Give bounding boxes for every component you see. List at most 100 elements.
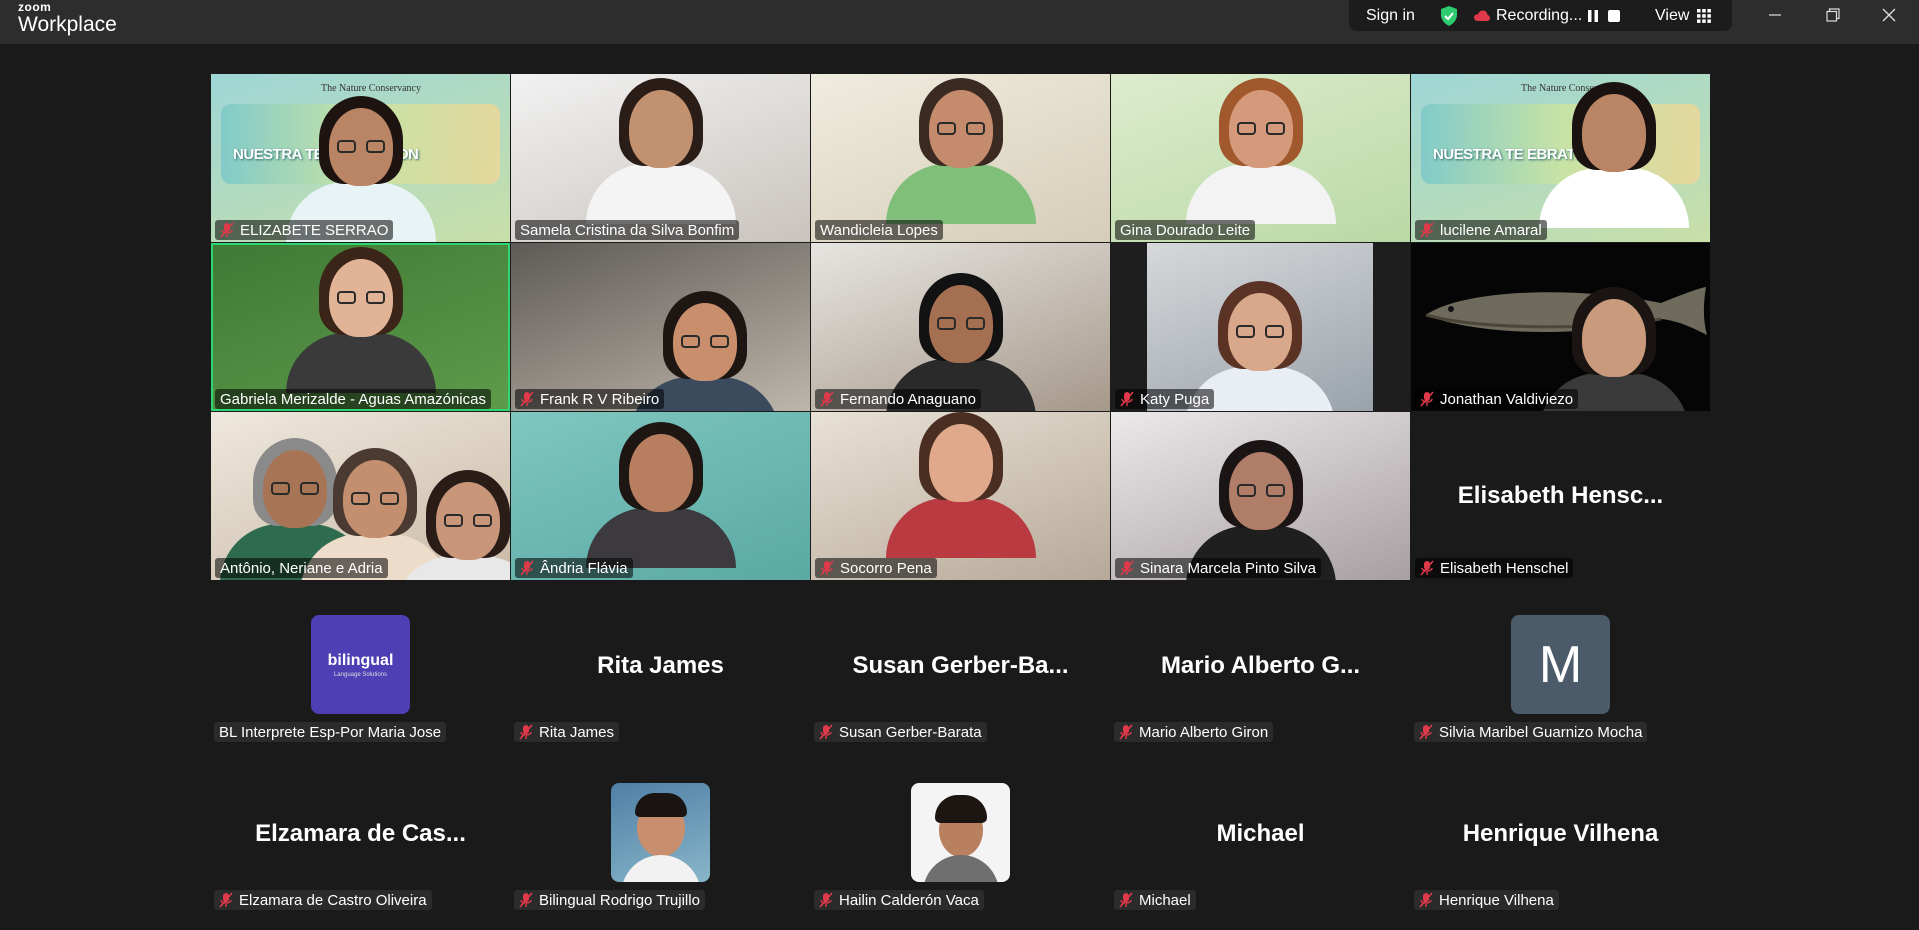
participant-name: Samela Cristina da Silva Bonfim (520, 221, 735, 239)
participant-video (393, 470, 510, 580)
participant-name-tag: Elisabeth Henschel (1415, 558, 1574, 578)
participant-video (285, 247, 436, 393)
participant-tile[interactable]: Socorro Pena (811, 412, 1110, 580)
participant-tile[interactable]: Katy Puga (1111, 243, 1410, 411)
minimize-button[interactable] (1755, 0, 1795, 30)
participant-tile[interactable]: Hailin Calderón Vaca (811, 768, 1110, 918)
participant-name-tag: Michael (1114, 890, 1196, 910)
participant-name-tag: Samela Cristina da Silva Bonfim (515, 220, 740, 240)
participant-name: Katy Puga (1140, 390, 1210, 408)
sign-in-label: Sign in (1366, 6, 1415, 24)
close-icon (1882, 8, 1896, 22)
participant-display-name: Michael (1216, 820, 1305, 847)
participant-name: Fernando Anaguano (840, 390, 976, 408)
muted-mic-icon (219, 892, 233, 908)
muted-mic-icon (819, 892, 833, 908)
participant-name: Elzamara de Castro Oliveira (239, 891, 427, 909)
restore-icon (1826, 8, 1840, 22)
muted-mic-icon (519, 892, 533, 908)
participant-name: Socorro Pena (840, 559, 932, 577)
participant-name: Gabriela Merizalde - Aguas Amazónicas (220, 390, 486, 408)
participant-name-tag: Susan Gerber-Barata (814, 722, 987, 742)
muted-mic-icon (819, 724, 833, 740)
muted-mic-icon (1119, 724, 1133, 740)
participant-tile[interactable]: Samela Cristina da Silva Bonfim (511, 74, 810, 242)
participant-name-tag: ELIZABETE SERRAO (215, 220, 394, 240)
participant-tile[interactable]: Ândria Flávia (511, 412, 810, 580)
participant-tile[interactable]: M Silvia Maribel Guarnizo Mocha (1411, 600, 1710, 750)
participant-tile[interactable]: Wandicleia Lopes (811, 74, 1110, 242)
participant-display-name: Elzamara de Cas... (255, 820, 466, 847)
stop-recording-button[interactable] (1607, 0, 1621, 31)
participant-name-tag: Gabriela Merizalde - Aguas Amazónicas (215, 389, 491, 409)
participant-tile[interactable]: The Nature Conservancy NUESTRA TE ELEBRA… (211, 74, 510, 242)
participant-video (1539, 82, 1690, 228)
participant-name: Michael (1139, 891, 1191, 909)
sign-in-button[interactable]: Sign in (1366, 0, 1415, 31)
nature-conservancy-logo: The Nature Conservancy (321, 83, 421, 94)
participant-display-name: Rita James (597, 652, 724, 679)
participant-name-tag: Socorro Pena (815, 558, 937, 578)
participant-video (585, 78, 736, 224)
participant-tile[interactable]: Elisabeth Hensc... Elisabeth Henschel (1411, 412, 1710, 580)
participant-name-tag: Bilingual Rodrigo Trujillo (514, 890, 705, 910)
profile-photo-avatar (611, 783, 710, 882)
participant-display-name: Susan Gerber-Ba... (852, 652, 1069, 679)
participant-name-tag: Antônio, Neriane e Adria (215, 558, 388, 578)
participant-tile[interactable]: Fernando Anaguano (811, 243, 1110, 411)
bilingual-avatar: bilingual Language Solutions (311, 615, 410, 714)
participant-tile[interactable]: Mario Alberto G... Mario Alberto Giron (1111, 600, 1410, 750)
grid-view-icon (1697, 8, 1712, 23)
participant-name-tag: Ândria Flávia (515, 558, 633, 578)
participant-tile[interactable]: Frank R V Ribeiro (511, 243, 810, 411)
muted-mic-icon (520, 391, 534, 407)
restore-button[interactable] (1813, 0, 1853, 30)
participant-name: Henrique Vilhena (1439, 891, 1554, 909)
participant-tile[interactable]: Gina Dourado Leite (1111, 74, 1410, 242)
participant-name: Elisabeth Henschel (1440, 559, 1569, 577)
participant-name-tag: Fernando Anaguano (815, 389, 981, 409)
pause-recording-button[interactable] (1586, 0, 1600, 31)
muted-mic-icon (519, 724, 533, 740)
close-button[interactable] (1869, 0, 1909, 30)
participant-name: Ândria Flávia (540, 559, 628, 577)
participant-tile[interactable]: Henrique Vilhena Henrique Vilhena (1411, 768, 1710, 918)
participant-video (1185, 78, 1336, 224)
participant-tile[interactable]: The Nature Conservancy NUESTRA TE EBRATI… (1411, 74, 1710, 242)
participant-name-tag: Mario Alberto Giron (1114, 722, 1274, 742)
participant-name-tag: Silvia Maribel Guarnizo Mocha (1414, 722, 1648, 742)
participant-tile[interactable]: Jonathan Valdiviezo (1411, 243, 1710, 411)
participant-name: Sinara Marcela Pinto Silva (1140, 559, 1316, 577)
participant-tile[interactable]: Susan Gerber-Ba... Susan Gerber-Barata (811, 600, 1110, 750)
participant-display-name: Henrique Vilhena (1462, 820, 1659, 847)
profile-photo-avatar (911, 783, 1010, 882)
view-button[interactable]: View (1655, 0, 1712, 31)
minimize-icon (1769, 14, 1781, 16)
participant-tile[interactable]: Antônio, Neriane e Adria (211, 412, 510, 580)
stop-icon (1608, 9, 1620, 22)
participant-tile[interactable]: Bilingual Rodrigo Trujillo (511, 768, 810, 918)
muted-mic-icon (820, 560, 834, 576)
recording-indicator[interactable]: Recording... (1474, 0, 1582, 31)
security-shield-icon[interactable] (1439, 0, 1459, 31)
participant-name: Jonathan Valdiviezo (1440, 390, 1574, 408)
muted-mic-icon (220, 222, 234, 238)
participant-tile[interactable]: Michael Michael (1111, 768, 1410, 918)
participant-tile[interactable]: Sinara Marcela Pinto Silva (1111, 412, 1410, 580)
participant-tile[interactable]: Elzamara de Cas... Elzamara de Castro Ol… (211, 768, 510, 918)
participant-name: Susan Gerber-Barata (839, 723, 982, 741)
title-bar: zoom Workplace Sign in Recording... View (0, 0, 1919, 44)
participant-tile[interactable]: bilingual Language Solutions BL Interpre… (211, 600, 510, 750)
participant-name: Gina Dourado Leite (1120, 221, 1251, 239)
participant-tile[interactable]: Rita James Rita James (511, 600, 810, 750)
participant-name: Wandicleia Lopes (820, 221, 938, 239)
participant-video (885, 412, 1036, 558)
participant-tile-active-speaker[interactable]: Gabriela Merizalde - Aguas Amazónicas (211, 243, 510, 411)
participant-name: Antônio, Neriane e Adria (220, 559, 383, 577)
participant-name-tag: Wandicleia Lopes (815, 220, 943, 240)
participant-name-tag: BL Interprete Esp-Por Maria Jose (214, 722, 447, 742)
muted-mic-icon (1420, 222, 1434, 238)
participant-name-tag: Jonathan Valdiviezo (1415, 389, 1579, 409)
muted-mic-icon (1419, 892, 1433, 908)
brand-main: Workplace (18, 13, 117, 36)
